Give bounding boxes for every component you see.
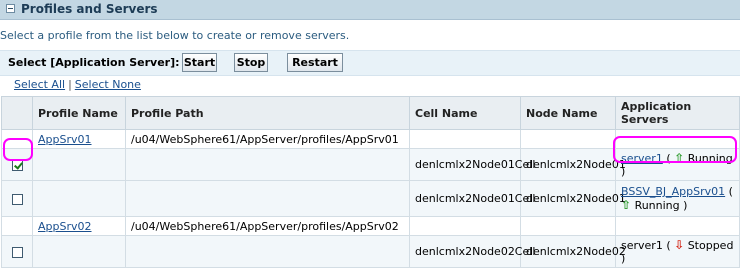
profile-path: /u04/WebSphere61/AppServer/profiles/AppS… (125, 129, 410, 149)
cell-name: denlcmlx2Node01Cell (409, 148, 535, 181)
server-link[interactable]: BSSV_BJ_AppSrv01 (621, 185, 725, 198)
table-row: denlcmlx2Node02Cell denlcmlx2Node02 serv… (1, 235, 740, 268)
server-status: Running (687, 152, 733, 165)
instruction-text: Select a profile from the list below to … (0, 29, 350, 42)
profile-path: /u04/WebSphere61/AppServer/profiles/AppS… (125, 216, 410, 236)
action-label: Select [Application Server]: (8, 56, 180, 69)
cell-name: denlcmlx2Node02Cell (409, 235, 535, 268)
table-row: denlcmlx2Node01Cell denlcmlx2Node01 BSSV… (1, 180, 740, 217)
table-row: denlcmlx2Node01Cell denlcmlx2Node01 serv… (1, 148, 740, 181)
row-checkbox[interactable] (11, 159, 23, 171)
node-name: denlcmlx2Node02 (520, 235, 626, 268)
stop-button[interactable]: Stop (234, 53, 268, 72)
profile-name-header[interactable]: Profile Name (32, 96, 126, 130)
up-arrow-icon: ⇧ (621, 198, 632, 212)
selection-links: Select All | Select None (0, 78, 141, 91)
server-link[interactable]: server1 (621, 152, 663, 165)
cell-name-header[interactable]: Cell Name (409, 96, 521, 130)
section-header: Profiles and Servers (0, 0, 740, 20)
collapse-icon[interactable] (6, 4, 15, 13)
server-status: Running (634, 199, 680, 212)
select-none-link[interactable]: Select None (75, 78, 141, 91)
profiles-table: Profile Name Profile Path Cell Name Node… (1, 96, 740, 268)
profile-link[interactable]: AppSrv01 (38, 133, 92, 146)
node-name-header[interactable]: Node Name (520, 96, 616, 130)
select-column-header (1, 96, 33, 130)
profile-path-header[interactable]: Profile Path (125, 96, 410, 130)
select-all-link[interactable]: Select All (14, 78, 65, 91)
node-name: denlcmlx2Node01 (520, 148, 626, 181)
table-row: AppSrv02 /u04/WebSphere61/AppServer/prof… (1, 216, 740, 236)
separator: | (68, 78, 72, 91)
server-status: Stopped (687, 239, 734, 252)
cell-name: denlcmlx2Node01Cell (409, 180, 535, 217)
start-button[interactable]: Start (182, 53, 217, 72)
row-checkbox[interactable] (11, 246, 23, 258)
table-row: AppSrv01 /u04/WebSphere61/AppServer/prof… (1, 129, 740, 149)
row-checkbox[interactable] (11, 193, 23, 205)
up-arrow-icon: ⇧ (674, 151, 685, 165)
table-header-row: Profile Name Profile Path Cell Name Node… (1, 96, 740, 130)
application-servers-header[interactable]: Application Servers (615, 96, 740, 130)
section-title: Profiles and Servers (21, 2, 158, 16)
server-name: server1 (621, 239, 663, 252)
down-arrow-icon: ⇩ (674, 238, 685, 252)
restart-button[interactable]: Restart (287, 53, 343, 72)
profile-link[interactable]: AppSrv02 (38, 220, 92, 233)
action-bar: Select [Application Server]: Start Stop … (0, 50, 740, 76)
node-name: denlcmlx2Node01 (520, 180, 626, 217)
